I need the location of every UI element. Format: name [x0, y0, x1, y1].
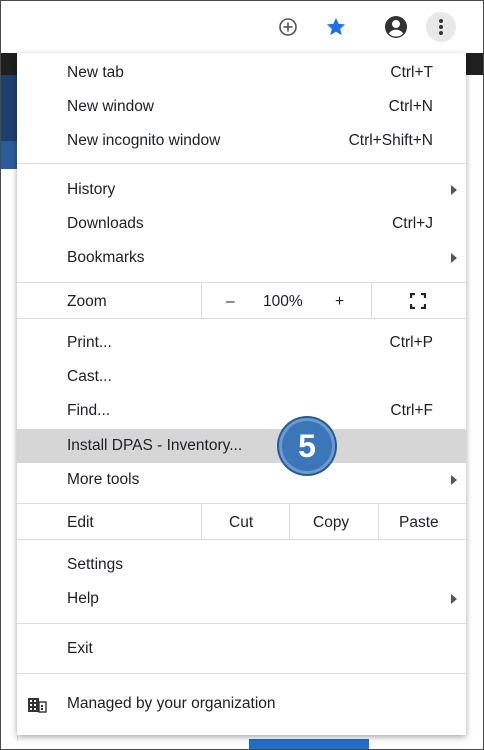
menu-divider [17, 539, 466, 540]
building-icon [27, 697, 47, 713]
menu-item-label: New incognito window [67, 132, 221, 149]
menu-item-history[interactable]: History [17, 173, 466, 207]
account-icon[interactable] [381, 12, 411, 42]
chrome-main-menu: New tab Ctrl+T New window Ctrl+N New inc… [17, 53, 466, 735]
edit-divider [201, 504, 202, 539]
menu-divider [17, 623, 466, 624]
menu-item-label: Bookmarks [67, 249, 145, 266]
paste-button[interactable]: Paste [399, 514, 439, 532]
zoom-level: 100% [263, 293, 303, 310]
bookmark-star-icon[interactable] [321, 12, 351, 42]
menu-item-more-tools[interactable]: More tools [17, 463, 466, 497]
menu-divider [17, 503, 466, 504]
shortcut-label: Ctrl+T [390, 64, 433, 81]
menu-item-label: New tab [67, 64, 124, 81]
menu-item-bookmarks[interactable]: Bookmarks [17, 241, 466, 275]
edit-divider [289, 504, 290, 539]
edit-divider [378, 504, 379, 539]
submenu-arrow-icon [451, 185, 457, 195]
menu-item-label: Exit [67, 640, 93, 657]
submenu-arrow-icon [451, 475, 457, 485]
zoom-in-button[interactable]: + [335, 293, 344, 311]
zoom-divider [201, 283, 202, 318]
menu-item-new-incognito-window[interactable]: New incognito window Ctrl+Shift+N [17, 124, 466, 158]
submenu-arrow-icon [451, 253, 457, 263]
shortcut-label: Ctrl+Shift+N [348, 132, 433, 149]
menu-item-label: Help [67, 590, 99, 607]
shortcut-label: Ctrl+J [392, 215, 433, 232]
shortcut-label: Ctrl+N [388, 98, 433, 115]
menu-item-label: More tools [67, 471, 140, 488]
menu-item-settings[interactable]: Settings [17, 548, 466, 582]
background-page-banner [1, 141, 17, 169]
zoom-out-button[interactable]: – [226, 293, 235, 311]
menu-divider [17, 282, 466, 283]
background-page-button [249, 739, 369, 749]
menu-item-new-tab[interactable]: New tab Ctrl+T [17, 56, 466, 90]
background-page-header [1, 75, 17, 141]
more-vert-icon[interactable] [426, 12, 456, 42]
menu-item-downloads[interactable]: Downloads Ctrl+J [17, 207, 466, 241]
edit-label: Edit [67, 514, 94, 531]
menu-item-label: Find... [67, 402, 111, 419]
menu-divider [17, 318, 466, 319]
menu-item-label: Cast... [67, 368, 112, 385]
menu-item-label: Settings [67, 556, 124, 573]
submenu-arrow-icon [451, 594, 457, 604]
step-number-badge: 5 [279, 418, 335, 474]
menu-item-exit[interactable]: Exit [17, 632, 466, 666]
zoom-label: Zoom [67, 293, 107, 310]
zoom-divider [371, 283, 372, 318]
menu-item-label: Downloads [67, 215, 144, 232]
menu-item-zoom: Zoom [17, 285, 466, 319]
menu-divider [17, 673, 466, 674]
shortcut-label: Ctrl+F [390, 402, 433, 419]
copy-button[interactable]: Copy [313, 514, 349, 532]
menu-item-label: History [67, 181, 116, 198]
menu-item-print[interactable]: Print... Ctrl+P [17, 326, 466, 360]
fullscreen-icon[interactable] [409, 292, 427, 310]
menu-item-new-window[interactable]: New window Ctrl+N [17, 90, 466, 124]
background-page-content [1, 169, 18, 741]
browser-window: New tab Ctrl+T New window Ctrl+N New inc… [0, 0, 484, 750]
menu-item-label: Install DPAS - Inventory... [67, 437, 243, 454]
menu-item-label: Managed by your organization [67, 695, 276, 712]
menu-item-label: New window [67, 98, 155, 115]
menu-divider [17, 163, 466, 164]
menu-item-find[interactable]: Find... Ctrl+F [17, 394, 466, 428]
menu-item-install-app[interactable]: Install DPAS - Inventory... [17, 429, 466, 463]
menu-item-managed[interactable]: Managed by your organization [17, 687, 466, 721]
menu-item-help[interactable]: Help [17, 582, 466, 616]
menu-item-label: Print... [67, 334, 112, 351]
zoom-plus-icon[interactable] [273, 12, 303, 42]
menu-item-cast[interactable]: Cast... [17, 360, 466, 394]
cut-button[interactable]: Cut [229, 514, 253, 532]
browser-toolbar [1, 1, 483, 53]
shortcut-label: Ctrl+P [389, 334, 434, 351]
